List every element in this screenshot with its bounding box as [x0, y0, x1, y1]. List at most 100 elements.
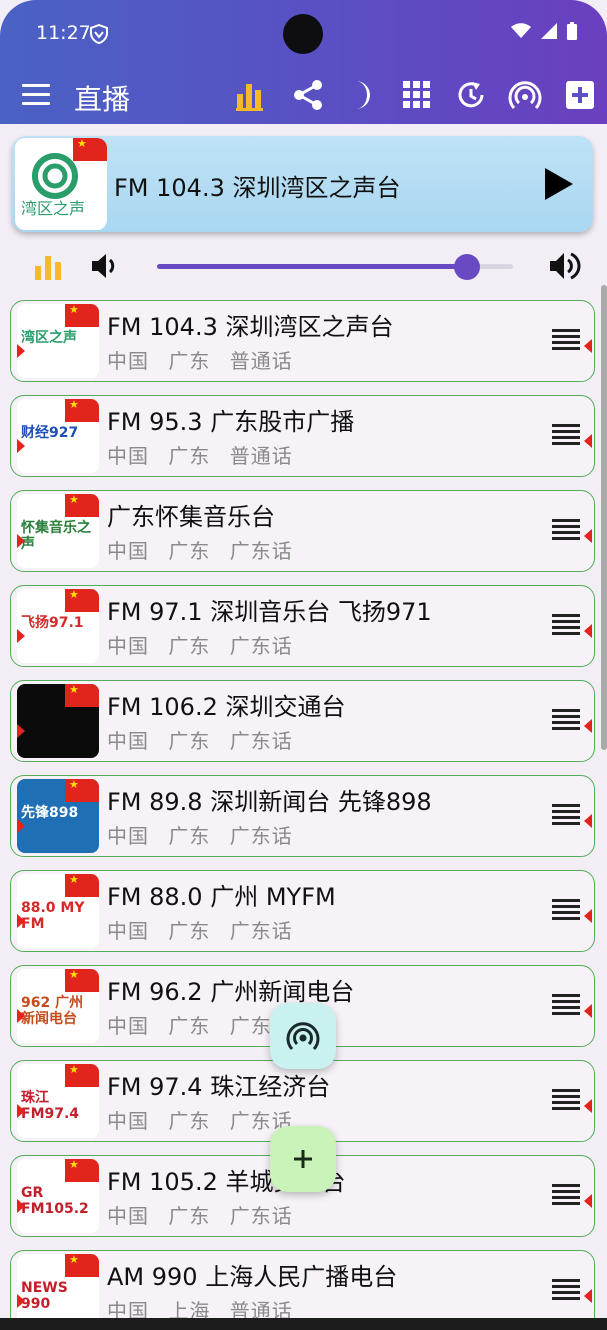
station-logo: 88.0 MY FM — [17, 874, 99, 948]
station-meta: 中国 广东 广东话 — [107, 1200, 305, 1229]
vpn-shield-icon — [90, 24, 108, 44]
play-indicator-icon — [17, 819, 25, 833]
reorder-indicator-icon — [584, 339, 592, 353]
station-country: 中国 — [107, 539, 149, 563]
station-country: 中国 — [107, 1204, 149, 1228]
reorder-indicator-icon — [584, 1194, 592, 1208]
station-region: 广东 — [168, 824, 211, 848]
drag-handle-icon[interactable] — [552, 519, 580, 541]
cast-icon — [286, 1022, 320, 1051]
drag-handle-icon[interactable] — [552, 994, 580, 1016]
volume-slider-thumb[interactable] — [453, 254, 480, 280]
drag-handle-icon[interactable] — [552, 329, 580, 351]
equalizer-icon[interactable] — [233, 78, 267, 112]
station-row[interactable]: 怀集音乐之声 广东怀集音乐台 中国 广东 广东话 — [10, 490, 595, 572]
drag-handle-icon[interactable] — [552, 614, 580, 636]
volume-slider-fill — [157, 264, 467, 269]
station-logo — [17, 684, 99, 758]
station-row[interactable]: 飞扬97.1 FM 97.1 深圳音乐台 飞扬971 中国 广东 广东话 — [10, 585, 595, 667]
scrollbar[interactable] — [601, 285, 607, 750]
station-region: 广东 — [168, 1109, 211, 1133]
play-indicator-icon — [17, 1199, 25, 1213]
station-language: 广东话 — [229, 634, 293, 658]
station-meta: 中国 广东 普通话 — [107, 345, 305, 374]
station-country: 中国 — [107, 349, 149, 373]
china-flag-icon — [65, 1064, 99, 1087]
station-row[interactable]: 财经927 FM 95.3 广东股市广播 中国 广东 普通话 — [10, 395, 595, 477]
station-region: 广东 — [168, 919, 211, 943]
cast-fab[interactable] — [270, 1003, 336, 1069]
station-logo: GR FM105.2 — [17, 1159, 99, 1233]
logo-text: 湾区之声 — [21, 330, 77, 346]
china-flag-icon — [65, 304, 99, 327]
drag-handle-icon[interactable] — [552, 424, 580, 446]
drag-handle-icon[interactable] — [552, 1279, 580, 1301]
wifi-icon — [511, 23, 531, 38]
sleep-timer-icon[interactable] — [454, 78, 488, 112]
system-nav-bar — [0, 1318, 607, 1330]
volume-down-icon[interactable] — [90, 252, 120, 280]
add-box-icon[interactable] — [563, 78, 597, 112]
china-flag-icon — [65, 494, 99, 517]
station-country: 中国 — [107, 919, 149, 943]
drag-handle-icon[interactable] — [552, 1184, 580, 1206]
night-mode-icon[interactable] — [346, 78, 380, 112]
volume-row — [0, 244, 607, 288]
volume-up-icon[interactable] — [548, 250, 584, 282]
station-row[interactable]: 先锋898 FM 89.8 深圳新闻台 先锋898 中国 广东 广东话 — [10, 775, 595, 857]
play-indicator-icon — [17, 1104, 25, 1118]
station-row[interactable]: FM 106.2 深圳交通台 中国 广东 广东话 — [10, 680, 595, 762]
station-language: 普通话 — [229, 444, 293, 468]
status-time: 11:27 — [36, 22, 91, 44]
station-title: 广东怀集音乐台 — [107, 503, 275, 531]
station-title: FM 106.2 深圳交通台 — [107, 693, 346, 721]
station-country: 中国 — [107, 824, 149, 848]
station-region: 广东 — [168, 539, 211, 563]
china-flag-icon — [65, 1254, 99, 1277]
station-row[interactable]: 88.0 MY FM FM 88.0 广州 MYFM 中国 广东 广东话 — [10, 870, 595, 952]
reorder-indicator-icon — [584, 624, 592, 638]
station-title: FM 96.2 广州新闻电台 — [107, 978, 355, 1006]
reorder-indicator-icon — [584, 529, 592, 543]
drag-handle-icon[interactable] — [552, 804, 580, 826]
play-indicator-icon — [17, 1009, 25, 1023]
station-logo: 珠江 FM97.4 — [17, 1064, 99, 1138]
play-indicator-icon — [17, 1294, 25, 1308]
station-language: 普通话 — [229, 349, 293, 373]
china-flag-icon — [65, 874, 99, 897]
china-flag-icon — [65, 684, 99, 707]
station-logo: 财经927 — [17, 399, 99, 473]
play-button[interactable] — [543, 166, 575, 202]
station-language: 广东话 — [229, 539, 293, 563]
menu-icon[interactable] — [22, 84, 50, 108]
station-country: 中国 — [107, 1014, 149, 1038]
play-indicator-icon — [17, 724, 25, 738]
station-meta: 中国 广东 广东话 — [107, 725, 305, 754]
station-title: FM 95.3 广东股市广播 — [107, 408, 355, 436]
drag-handle-icon[interactable] — [552, 1089, 580, 1111]
logo-text: 飞扬97.1 — [21, 615, 84, 631]
station-meta: 中国 广东 广东话 — [107, 915, 305, 944]
add-icon — [294, 1150, 312, 1168]
station-region: 广东 — [168, 729, 211, 753]
now-playing-title: FM 104.3 深圳湾区之声台 — [114, 174, 401, 202]
china-flag-icon — [65, 399, 99, 422]
station-logo: 962 广州新闻电台 — [17, 969, 99, 1043]
volume-slider[interactable] — [157, 254, 513, 280]
reorder-indicator-icon — [584, 1289, 592, 1303]
cast-icon[interactable] — [508, 78, 542, 112]
drag-handle-icon[interactable] — [552, 899, 580, 921]
station-region: 广东 — [168, 1204, 211, 1228]
station-language: 广东话 — [229, 1204, 293, 1228]
station-row[interactable]: 湾区之声 FM 104.3 深圳湾区之声台 中国 广东 普通话 — [10, 300, 595, 382]
station-logo: 怀集音乐之声 — [17, 494, 99, 568]
grid-icon[interactable] — [400, 78, 434, 112]
now-playing-card[interactable]: 湾区之声 FM 104.3 深圳湾区之声台 — [12, 136, 593, 232]
china-flag-icon — [65, 589, 99, 612]
drag-handle-icon[interactable] — [552, 709, 580, 731]
add-fab[interactable] — [270, 1126, 336, 1192]
status-icons — [511, 22, 577, 40]
equalizer-icon[interactable] — [34, 254, 62, 280]
share-icon[interactable] — [291, 78, 325, 112]
station-title: FM 97.4 珠江经济台 — [107, 1073, 331, 1101]
